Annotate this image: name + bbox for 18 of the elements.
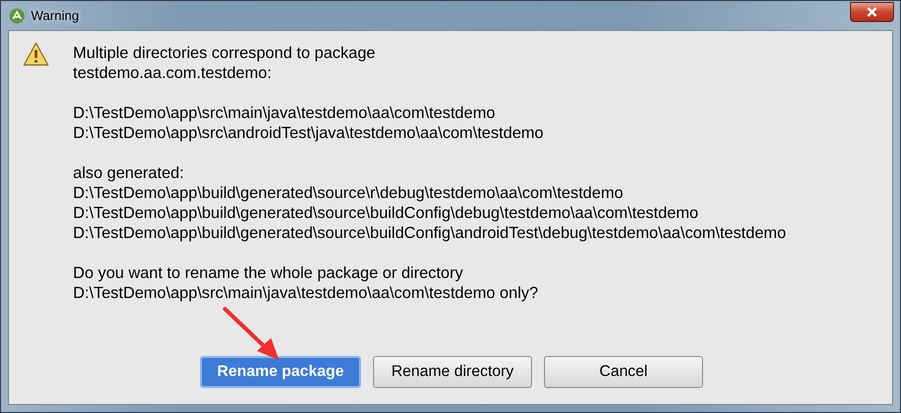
cancel-button[interactable]: Cancel	[544, 356, 703, 388]
message-line: Do you want to rename the whole package or directory	[73, 263, 464, 283]
message-line: also generated:	[73, 163, 185, 183]
message-line: D:\TestDemo\app\src\main\java\testdemo\aa\com\testdemo only?	[73, 283, 540, 303]
message-line: D:\TestDemo\app\build\generated\source\buildConfig\debug\testdemo\aa\com\testdemo	[73, 203, 700, 223]
window-title: Warning	[31, 8, 79, 23]
message-line: D:\TestDemo\app\src\androidTest\java\testdemo\aa\com\testdemo	[73, 123, 545, 143]
message-line: D:\TestDemo\app\build\generated\source\r\debug\testdemo\aa\com\testdemo	[73, 183, 624, 203]
android-icon	[9, 8, 25, 24]
message-line: D:\TestDemo\app\build\generated\source\buildConfig\androidTest\debug\testdemo\aa\com\testdemo	[73, 223, 786, 243]
message-line: D:\TestDemo\app\src\main\java\testdemo\aa\com\testdemo	[73, 103, 496, 123]
close-button[interactable]	[850, 2, 894, 22]
close-icon	[866, 6, 878, 16]
message-line: testdemo.aa.com.testdemo:	[73, 63, 273, 83]
rename-button[interactable]: Rename package	[200, 356, 361, 388]
warning-icon	[23, 42, 49, 66]
rename-button[interactable]: Rename directory	[373, 356, 532, 388]
message-line: Multiple directories correspond to package	[73, 43, 376, 63]
